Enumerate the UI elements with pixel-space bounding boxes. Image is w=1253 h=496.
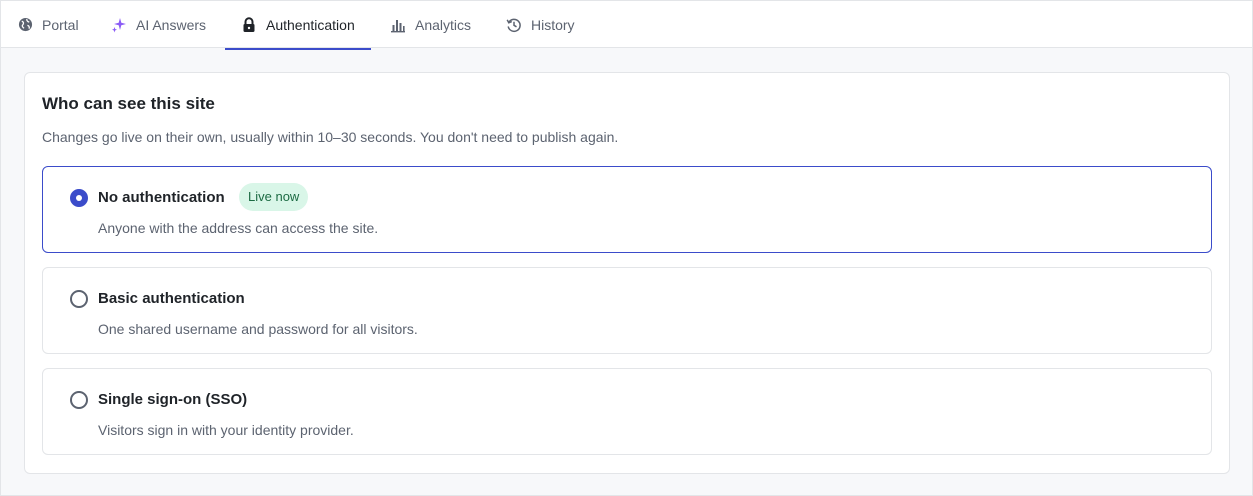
tab-label: History	[531, 16, 575, 33]
tab-ai-answers[interactable]: AI Answers	[111, 1, 206, 48]
tab-authentication[interactable]: Authentication	[225, 1, 371, 50]
tab-bar: Portal AI Answers Authentication Analyti…	[1, 1, 1252, 50]
option-description: Visitors sign in with your identity prov…	[98, 422, 354, 438]
option-description: One shared username and password for all…	[98, 321, 418, 337]
history-icon	[506, 17, 522, 33]
tab-analytics[interactable]: Analytics	[390, 1, 471, 48]
option-title: Basic authentication	[98, 290, 245, 307]
tab-portal[interactable]: Portal	[17, 1, 79, 48]
tab-history[interactable]: History	[506, 1, 575, 48]
page-frame: Portal AI Answers Authentication Analyti…	[0, 0, 1253, 496]
live-now-badge: Live now	[239, 183, 309, 211]
radio-basic-authentication[interactable]	[70, 290, 88, 308]
option-basic-authentication[interactable]: Basic authentication One shared username…	[42, 267, 1212, 354]
visibility-settings-card: Who can see this site Changes go live on…	[24, 72, 1230, 474]
tab-label: Analytics	[415, 16, 472, 33]
section-description: Changes go live on their own, usually wi…	[42, 129, 619, 145]
tab-label: Portal	[42, 16, 79, 33]
radio-no-authentication[interactable]	[70, 189, 88, 207]
section-title: Who can see this site	[42, 94, 215, 113]
globe-icon	[17, 17, 33, 33]
lock-icon	[241, 16, 257, 33]
option-title: Single sign-on (SSO)	[98, 391, 248, 408]
option-description: Anyone with the address can access the s…	[98, 220, 379, 236]
sparkle-icon	[111, 17, 127, 33]
option-title: No authentication	[98, 189, 225, 206]
bar-chart-icon	[390, 17, 406, 33]
option-no-authentication[interactable]: No authentication Live now Anyone with t…	[42, 166, 1212, 253]
radio-sso[interactable]	[70, 391, 88, 409]
option-sso[interactable]: Single sign-on (SSO) Visitors sign in wi…	[42, 368, 1212, 455]
tab-label: AI Answers	[136, 16, 207, 33]
tab-label: Authentication	[266, 16, 355, 33]
